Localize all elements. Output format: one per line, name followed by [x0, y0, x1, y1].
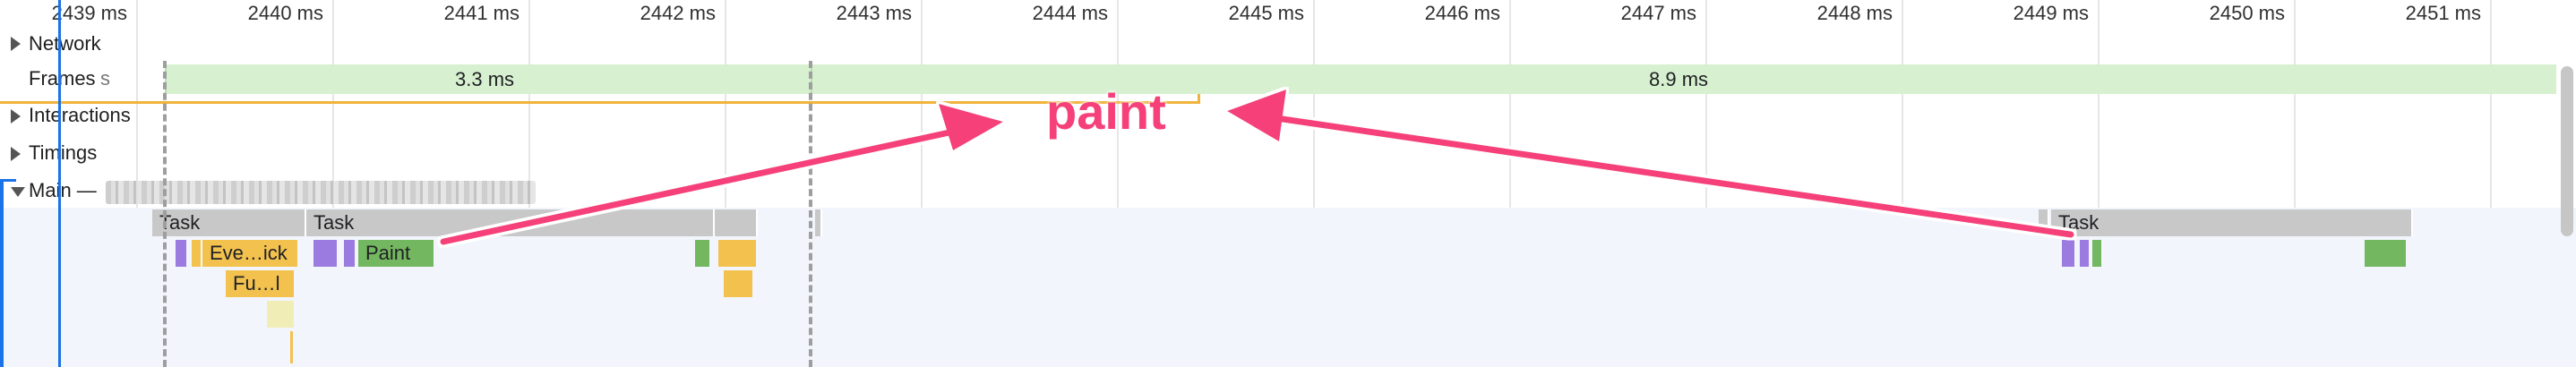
annotation-arrows — [440, 90, 2074, 245]
arrow-line-left — [440, 129, 953, 245]
paint-annotation-label: paint — [1046, 83, 1166, 140]
performance-timeline-panel: 2439 ms 2440 ms 2441 ms 2442 ms 2443 ms … — [0, 0, 2576, 367]
arrow-line-right — [1279, 115, 2074, 238]
arrow-head-right — [1227, 90, 1286, 141]
arrow-head-left — [939, 104, 1003, 150]
